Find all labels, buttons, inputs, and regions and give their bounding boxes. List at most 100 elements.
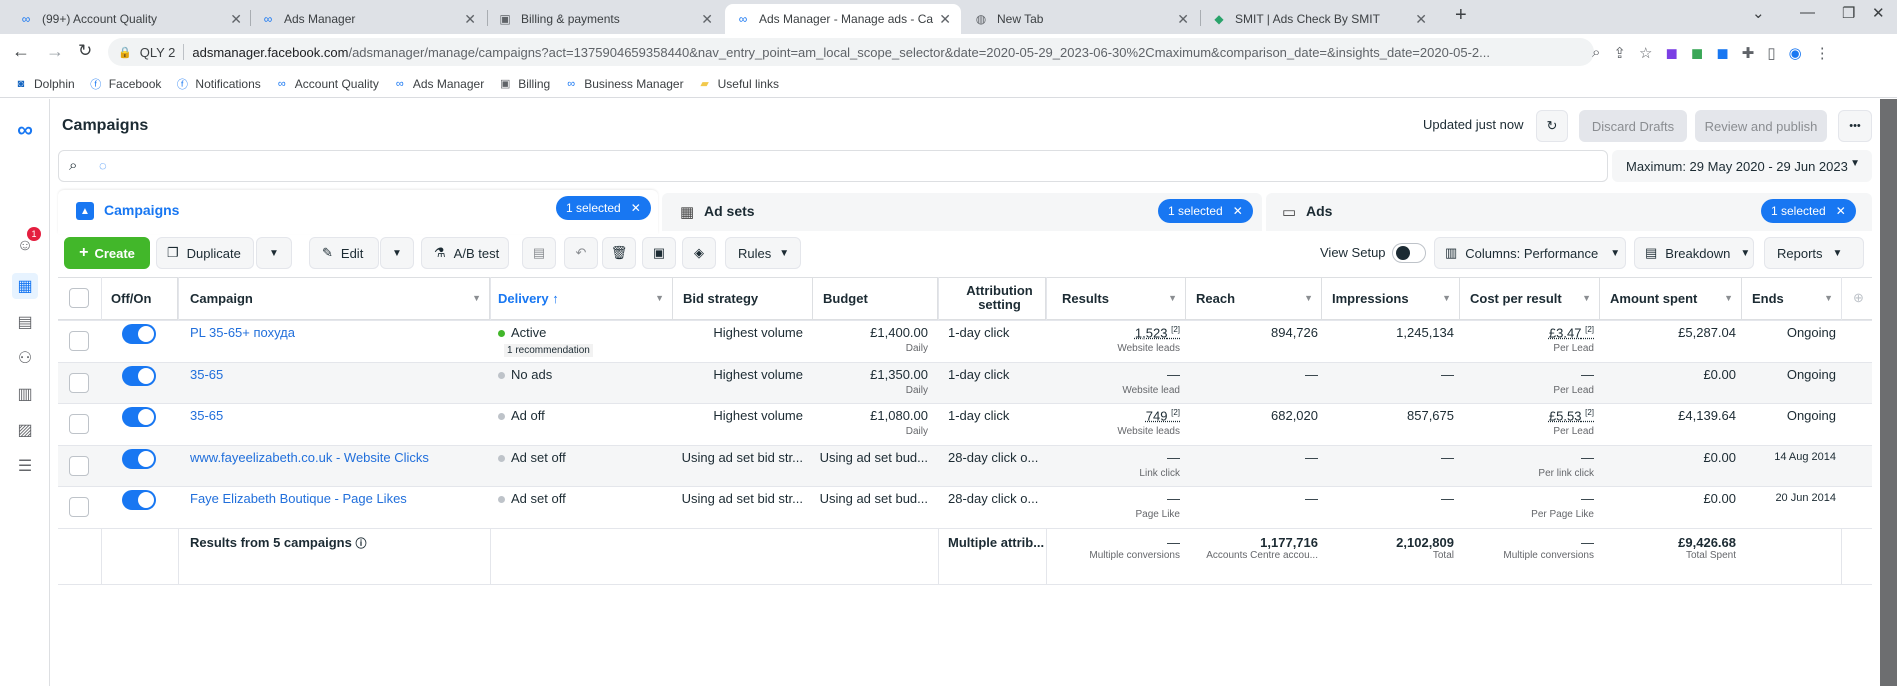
create-button[interactable]: + Create [64, 237, 150, 269]
campaign-toggle[interactable] [122, 490, 156, 510]
close-icon[interactable]: ✕ [1177, 11, 1189, 28]
duplicate-button[interactable]: ❐ Duplicate [156, 237, 254, 269]
extension-icon[interactable]: ◼ [1691, 44, 1703, 62]
browser-tab[interactable]: ▣ Billing & payments ✕ [487, 4, 723, 34]
preview-button[interactable]: ▣ [642, 237, 676, 269]
ads-level-tab[interactable]: ▭ Ads 1 selected ✕ [1266, 193, 1872, 231]
edit-dropdown-button[interactable]: ▼ [380, 237, 414, 269]
profile-avatar-icon[interactable]: ◉ [1789, 44, 1802, 62]
campaigns-table-icon[interactable]: ▦ [12, 273, 38, 299]
browser-tab[interactable]: ◍ New Tab ✕ [963, 4, 1199, 34]
column-header-offon[interactable]: Off/On [101, 277, 178, 319]
selected-pill[interactable]: 1 selected ✕ [1158, 199, 1253, 223]
bookmark-item[interactable]: ∞ Account Quality [275, 77, 379, 91]
account-avatar-icon[interactable]: ☺ 1 [12, 227, 41, 259]
new-tab-button[interactable]: + [1455, 4, 1467, 27]
zoom-icon[interactable]: ⌕ [1592, 44, 1600, 62]
close-icon[interactable]: ✕ [939, 11, 951, 28]
column-header-ends[interactable]: Ends ▼ [1742, 277, 1842, 319]
discard-drafts-button[interactable]: Discard Drafts [1579, 110, 1687, 142]
duplicate-dropdown-button[interactable]: ▼ [256, 237, 292, 269]
campaign-name-link[interactable]: 35-65 [190, 408, 223, 423]
minimize-icon[interactable]: — [1800, 4, 1815, 21]
billing-icon[interactable]: ▥ [12, 381, 38, 407]
forward-icon[interactable]: → [46, 41, 64, 62]
close-window-icon[interactable]: ✕ [1872, 4, 1885, 22]
row-checkbox[interactable] [69, 331, 89, 351]
columns-button[interactable]: ▥ Columns: Performance ▼ [1434, 237, 1626, 269]
close-icon[interactable]: ✕ [1836, 204, 1846, 218]
maximize-icon[interactable]: ❐ [1842, 4, 1855, 22]
breakdown-button[interactable]: ▤ Breakdown ▼ [1634, 237, 1754, 269]
adsets-level-tab[interactable]: ▦ Ad sets 1 selected ✕ [662, 193, 1262, 231]
undo-button[interactable]: ↶ [564, 237, 598, 269]
sidepanel-icon[interactable]: ▯ [1767, 44, 1775, 62]
close-icon[interactable]: ✕ [1233, 204, 1243, 218]
campaign-name-link[interactable]: 35-65 [190, 367, 223, 382]
campaign-name-link[interactable]: PL 35-65+ похуда [190, 325, 295, 340]
close-icon[interactable]: ✕ [230, 11, 242, 28]
selected-pill[interactable]: 1 selected ✕ [1761, 199, 1856, 223]
bookmark-item[interactable]: ◙ Dolphin [14, 77, 75, 91]
extensions-puzzle-icon[interactable]: ✚ [1742, 44, 1755, 62]
extension-icon[interactable]: ◼ [1665, 44, 1677, 62]
close-icon[interactable]: ✕ [701, 11, 713, 28]
close-icon[interactable]: ✕ [631, 201, 641, 215]
rules-button[interactable]: Rules ▼ [725, 237, 801, 269]
add-column-icon[interactable]: ⊕ [1853, 290, 1864, 306]
reports-button[interactable]: Reports ▼ [1764, 237, 1864, 269]
bookmark-item[interactable]: ▣ Billing [498, 77, 550, 91]
column-header-reach[interactable]: Reach ▼ [1186, 277, 1322, 319]
ab-test-button[interactable]: ⚗ A/B test [421, 237, 509, 269]
bookmark-item[interactable]: ⓕ Notifications [175, 77, 261, 91]
star-icon[interactable]: ☆ [1639, 44, 1652, 62]
column-header-campaign[interactable]: Campaign ▼ [178, 277, 490, 319]
share-icon[interactable]: ⇪ [1613, 44, 1626, 62]
column-header-delivery[interactable]: Delivery ↑ ▼ [490, 277, 673, 319]
column-header-cost-per-result[interactable]: Cost per result ▼ [1460, 277, 1600, 319]
reports-icon[interactable]: ▤ [12, 309, 38, 335]
date-range-button[interactable]: Maximum: 29 May 2020 - 29 Jun 2023 ▼ [1612, 150, 1872, 182]
column-header-bid-strategy[interactable]: Bid strategy [673, 277, 813, 319]
address-bar[interactable]: 🔒 QLY 2 adsmanager.facebook.com /adsmana… [108, 38, 1594, 66]
more-button[interactable]: ••• [1838, 110, 1872, 142]
menu-dots-icon[interactable]: ⋮ [1815, 44, 1830, 62]
campaign-toggle[interactable] [122, 449, 156, 469]
bookmark-item[interactable]: ⓕ Facebook [89, 77, 161, 91]
view-setup-toggle[interactable] [1392, 243, 1426, 263]
column-header-results[interactable]: Results ▼ [1046, 277, 1186, 319]
clipboard-button[interactable]: ▤ [522, 237, 556, 269]
recommendation-badge[interactable]: 1 recommendation [504, 344, 593, 357]
delete-button[interactable]: 🗑 [602, 237, 636, 269]
edit-button[interactable]: ✎ Edit [309, 237, 379, 269]
search-input[interactable]: ⌕ ◌ [58, 150, 1608, 182]
all-tools-menu-icon[interactable]: ☰ [12, 453, 38, 479]
browser-tab-active[interactable]: ∞ Ads Manager - Manage ads - Ca ✕ [725, 4, 961, 34]
campaign-toggle[interactable] [122, 407, 156, 427]
select-all-checkbox[interactable] [69, 288, 89, 308]
bookmark-item[interactable]: ∞ Business Manager [564, 77, 683, 91]
row-checkbox[interactable] [69, 414, 89, 434]
column-header-attribution[interactable]: Attribution setting [938, 277, 1046, 319]
bookmark-item[interactable]: ▰ Useful links [698, 77, 779, 91]
row-checkbox[interactable] [69, 497, 89, 517]
audiences-icon[interactable]: ⚇ [12, 345, 38, 371]
row-checkbox[interactable] [69, 373, 89, 393]
campaign-name-link[interactable]: www.fayeelizabeth.co.uk - Website Clicks [190, 450, 429, 465]
campaign-toggle[interactable] [122, 324, 156, 344]
tab-search-icon[interactable]: ⌄ [1752, 4, 1765, 22]
close-icon[interactable]: ✕ [464, 11, 476, 28]
selected-pill[interactable]: 1 selected ✕ [556, 196, 651, 220]
campaign-name-link[interactable]: Faye Elizabeth Boutique - Page Likes [190, 491, 407, 506]
back-icon[interactable]: ← [12, 41, 30, 62]
bookmark-item[interactable]: ∞ Ads Manager [393, 77, 484, 91]
campaigns-level-tab[interactable]: ▲ Campaigns 1 selected ✕ [58, 190, 658, 234]
review-publish-button[interactable]: Review and publish [1695, 110, 1827, 142]
column-header-amount-spent[interactable]: Amount spent ▼ [1600, 277, 1742, 319]
reload-icon[interactable]: ↻ [78, 41, 92, 61]
browser-tab[interactable]: ∞ (99+) Account Quality ✕ [8, 4, 252, 34]
row-checkbox[interactable] [69, 456, 89, 476]
media-library-icon[interactable]: ▨ [12, 417, 38, 443]
info-icon[interactable]: ⓘ [355, 538, 366, 550]
close-icon[interactable]: ✕ [1415, 11, 1427, 28]
